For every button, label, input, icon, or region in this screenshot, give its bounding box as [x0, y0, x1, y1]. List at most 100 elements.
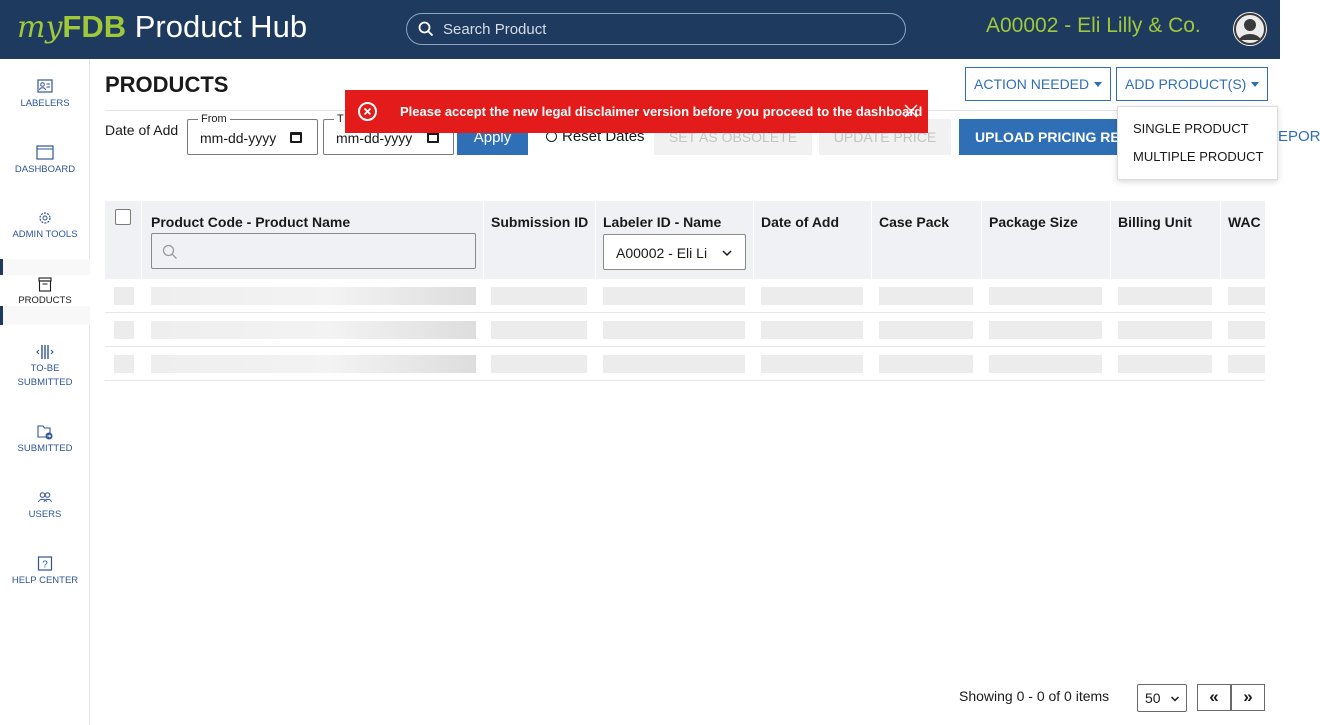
sidebar-item-label: ADMIN TOOLS: [12, 229, 78, 240]
sidebar-item-users[interactable]: USERS: [0, 489, 90, 520]
page-title: PRODUCTS: [105, 72, 229, 97]
add-products-menu: SINGLE PRODUCT MULTIPLE PRODUCT: [1117, 106, 1278, 180]
skeleton-cell: [491, 355, 587, 373]
skeleton-cell: [603, 355, 745, 373]
export-button[interactable]: EPORT: [1278, 128, 1320, 145]
next-page-button[interactable]: »: [1231, 684, 1265, 711]
labeler-filter-value: A00002 - Eli Li: [616, 245, 708, 261]
sidebar-item-label: TO-BE: [30, 363, 60, 374]
app-logo[interactable]: myFDB Product Hub: [17, 9, 307, 45]
products-icon: [38, 277, 52, 292]
upload-pricing-button[interactable]: UPLOAD PRICING RE: [959, 119, 1117, 155]
menu-item-single-product[interactable]: SINGLE PRODUCT: [1133, 121, 1249, 136]
skeleton-cell: [761, 287, 863, 305]
skeleton-cell: [989, 321, 1102, 339]
skeleton-cell: [879, 321, 973, 339]
skeleton-cell: [1228, 321, 1265, 339]
chevron-down-icon: [1170, 696, 1180, 702]
sidebar-item-admin-tools[interactable]: ADMIN TOOLS: [0, 209, 90, 240]
sidebar-item-submitted[interactable]: SUBMITTED: [0, 423, 90, 454]
user-avatar-icon: [1233, 12, 1267, 46]
date-of-add-label: Date of Add: [105, 122, 179, 138]
gear-icon: [39, 212, 51, 224]
column-header-date-of-add[interactable]: Date of Add: [761, 214, 839, 230]
product-filter-input[interactable]: [151, 233, 476, 269]
skeleton-cell: [1118, 321, 1212, 339]
skeleton-cell: [761, 321, 863, 339]
products-grid: Product Code - Product Name Submission I…: [105, 201, 1265, 382]
skeleton-cell: [151, 287, 476, 305]
sidebar-item-label: LABELERS: [20, 98, 70, 109]
sidebar: LABELERS DASHBOARD ADMIN TOOLS PRODUCTS …: [0, 59, 90, 725]
column-header-product[interactable]: Product Code - Product Name: [151, 214, 350, 230]
search-icon: [418, 21, 434, 37]
menu-item-multiple-product[interactable]: MULTIPLE PRODUCT: [1133, 149, 1264, 164]
select-all-checkbox[interactable]: [115, 209, 131, 225]
column-header-labeler[interactable]: Labeler ID - Name: [603, 214, 721, 230]
skeleton-cell: [879, 355, 973, 373]
labeler-filter-select[interactable]: A00002 - Eli Li: [603, 234, 746, 270]
product-search[interactable]: [406, 13, 906, 45]
skeleton-cell: [491, 321, 587, 339]
calendar-icon[interactable]: [427, 132, 439, 143]
skeleton-cell: [989, 355, 1102, 373]
skeleton-cell: [151, 321, 476, 339]
dashboard-icon: [36, 145, 54, 160]
from-legend: From: [198, 113, 230, 125]
skeleton-cell: [151, 355, 476, 373]
skeleton-cell: [1118, 355, 1212, 373]
sidebar-item-label: USERS: [28, 509, 62, 520]
add-products-button[interactable]: ADD PRODUCT(S): [1116, 67, 1269, 101]
add-products-label: ADD PRODUCT(S): [1125, 76, 1247, 92]
pager-summary: Showing 0 - 0 of 0 items: [959, 688, 1110, 704]
previous-page-button[interactable]: «: [1197, 684, 1231, 711]
skeleton-cell: [761, 355, 863, 373]
sidebar-item-labelers[interactable]: LABELERS: [0, 78, 90, 109]
skeleton-cell: [114, 287, 134, 305]
sidebar-item-label: DASHBOARD: [14, 164, 76, 175]
skeleton-cell: [1228, 355, 1265, 373]
top-bar: myFDB Product Hub A00002 - Eli Lilly & C…: [0, 0, 1280, 59]
skeleton-cell: [1118, 287, 1212, 305]
caret-down-icon: [1251, 81, 1260, 87]
skeleton-cell: [114, 355, 134, 373]
sidebar-item-to-be-submitted[interactable]: TO-BE SUBMITTED: [0, 343, 90, 388]
column-header-wac[interactable]: WAC: [1228, 214, 1261, 230]
close-icon[interactable]: [902, 102, 920, 120]
table-row: [105, 313, 1265, 347]
from-date-field[interactable]: From mm-dd-yyyy: [187, 113, 318, 155]
skeleton-cell: [114, 321, 134, 339]
table-row: [105, 347, 1265, 381]
caret-down-icon: [1094, 81, 1103, 87]
brand-fdb: FDB: [62, 9, 127, 44]
brand-my: my: [17, 10, 63, 45]
skeleton-cell: [1228, 287, 1265, 305]
chevron-down-icon: [722, 250, 732, 257]
column-header-submission-id[interactable]: Submission ID: [491, 214, 588, 230]
sidebar-item-label: SUBMITTED: [17, 443, 73, 454]
action-needed-button[interactable]: ACTION NEEDED: [965, 67, 1112, 101]
toast-message: Please accept the new legal disclaimer v…: [400, 104, 923, 119]
error-icon: [358, 102, 377, 121]
table-row: [105, 279, 1265, 313]
error-toast: Please accept the new legal disclaimer v…: [345, 90, 928, 133]
sidebar-item-dashboard[interactable]: DASHBOARD: [0, 144, 90, 175]
sidebar-item-label: HELP CENTER: [11, 575, 79, 586]
search-icon: [162, 244, 177, 259]
labelers-icon: [37, 79, 53, 93]
column-header-case-pack[interactable]: Case Pack: [879, 214, 949, 230]
sidebar-item-label-line2: SUBMITTED: [17, 377, 73, 388]
svg-text:?: ?: [42, 560, 48, 571]
column-header-billing-unit[interactable]: Billing Unit: [1118, 214, 1192, 230]
page-size-select[interactable]: 50: [1137, 684, 1187, 712]
column-header-package-size[interactable]: Package Size: [989, 214, 1078, 230]
skeleton-cell: [603, 287, 745, 305]
calendar-icon[interactable]: [290, 132, 302, 143]
from-date-value: mm-dd-yyyy: [200, 130, 277, 146]
sidebar-item-products[interactable]: PRODUCTS: [0, 275, 90, 306]
avatar[interactable]: [1233, 12, 1267, 46]
account-label[interactable]: A00002 - Eli Lilly & Co.: [986, 14, 1201, 38]
search-input[interactable]: [443, 18, 893, 40]
sidebar-item-help-center[interactable]: ? HELP CENTER: [0, 555, 90, 586]
to-be-submitted-icon: [36, 345, 54, 359]
